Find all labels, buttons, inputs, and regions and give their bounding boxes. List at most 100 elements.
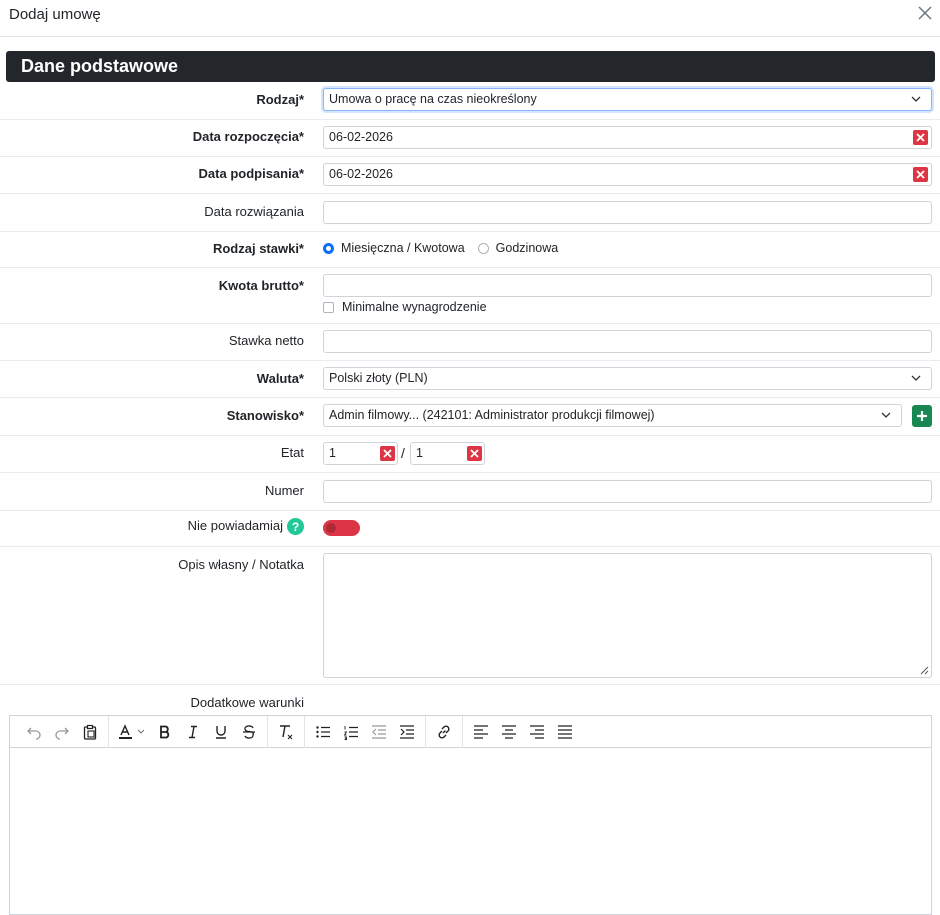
- row-data-podpisania: Data podpisania* 06-02-2026: [0, 157, 940, 194]
- close-icon: [916, 170, 925, 179]
- section-header: Dane podstawowe: [6, 51, 935, 82]
- chevron-down-icon: [881, 412, 891, 418]
- row-rodzaj: Rodzaj* Umowa o pracę na czas nieokreślo…: [0, 82, 940, 120]
- stanowisko-value: Admin filmowy... (242101: Administrator …: [329, 408, 655, 422]
- clear-data-podpisania-button[interactable]: [913, 167, 928, 182]
- data-podpisania-input[interactable]: 06-02-2026: [323, 163, 932, 186]
- numer-label: Numer: [264, 483, 304, 498]
- row-data-rozpoczecia: Data rozpoczęcia* 06-02-2026: [0, 120, 940, 157]
- underline-icon: [216, 725, 226, 739]
- align-justify-button[interactable]: [551, 720, 579, 744]
- align-center-icon: [502, 724, 516, 739]
- italic-button[interactable]: [179, 720, 207, 744]
- close-button[interactable]: [916, 4, 934, 22]
- underline-button[interactable]: [207, 720, 235, 744]
- text-color-button[interactable]: [113, 720, 151, 744]
- clear-etat-numerator-button[interactable]: [380, 446, 395, 461]
- row-nie-powiadamiaj: Nie powiadamiaj?: [0, 511, 940, 547]
- toolbar-group-link: [426, 715, 463, 748]
- dodatkowe-warunki-label: Dodatkowe warunki: [190, 695, 304, 710]
- link-button[interactable]: [430, 720, 458, 744]
- rodzaj-label: Rodzaj*: [256, 92, 304, 107]
- indent-button[interactable]: [393, 720, 421, 744]
- strikethrough-icon: [243, 724, 255, 739]
- numer-input[interactable]: [323, 480, 932, 503]
- row-stawka-netto: Stawka netto: [0, 324, 940, 361]
- row-kwota-brutto: Kwota brutto* Minimalne wynagrodzenie: [0, 268, 940, 324]
- waluta-label: Waluta*: [256, 371, 304, 386]
- bold-icon: [160, 725, 170, 738]
- clear-etat-denominator-button[interactable]: [467, 446, 482, 461]
- clear-data-rozpoczecia-button[interactable]: [913, 130, 928, 145]
- numbered-list-icon: [343, 725, 358, 740]
- row-etat: Etat 1 / 1: [0, 436, 940, 473]
- data-rozpoczecia-value: 06-02-2026: [329, 130, 393, 144]
- toolbar-group-lists: [305, 715, 426, 748]
- rodzaj-select[interactable]: Umowa o pracę na czas nieokreślony: [323, 88, 932, 111]
- stawka-netto-input[interactable]: [323, 330, 932, 353]
- rodzaj-value: Umowa o pracę na czas nieokreślony: [329, 92, 537, 106]
- etat-numerator-value: 1: [329, 446, 336, 460]
- data-podpisania-value: 06-02-2026: [329, 167, 393, 181]
- etat-label: Etat: [280, 445, 304, 460]
- undo-button[interactable]: [20, 720, 48, 744]
- kwota-brutto-input[interactable]: [323, 274, 932, 297]
- outdent-icon: [372, 724, 386, 739]
- nie-powiadamiaj-text: Nie powiadamiaj: [187, 518, 283, 533]
- resize-handle-icon[interactable]: [920, 666, 929, 675]
- close-icon: [470, 449, 479, 458]
- radio-godzinowa[interactable]: [477, 242, 489, 254]
- redo-button[interactable]: [48, 720, 76, 744]
- editor-content-area[interactable]: [10, 748, 931, 914]
- indent-icon: [400, 724, 414, 739]
- align-right-button[interactable]: [523, 720, 551, 744]
- row-opis: Opis własny / Notatka: [0, 547, 940, 685]
- paste-icon: [83, 724, 97, 740]
- align-justify-icon: [558, 724, 572, 739]
- redo-icon: [55, 727, 69, 740]
- minimalne-wynagrodzenie-checkbox[interactable]: [323, 302, 334, 314]
- plus-icon: [917, 411, 927, 421]
- data-rozpoczecia-input[interactable]: 06-02-2026: [323, 126, 932, 149]
- radio-miesieczna-label[interactable]: Miesięczna / Kwotowa: [341, 241, 465, 255]
- bullet-list-button[interactable]: [309, 720, 337, 744]
- clear-format-button[interactable]: [272, 720, 300, 744]
- row-waluta: Waluta* Polski złoty (PLN): [0, 361, 940, 398]
- add-stanowisko-button[interactable]: [912, 405, 932, 427]
- radio-miesieczna[interactable]: [323, 242, 334, 254]
- close-icon: [918, 6, 932, 20]
- chevron-down-icon: [911, 96, 921, 102]
- stanowisko-label: Stanowisko*: [226, 408, 304, 423]
- minimalne-wynagrodzenie-label[interactable]: Minimalne wynagrodzenie: [342, 300, 487, 314]
- align-left-button[interactable]: [467, 720, 495, 744]
- outdent-button[interactable]: [365, 720, 393, 744]
- row-stanowisko: Stanowisko* Admin filmowy... (242101: Ad…: [0, 398, 940, 436]
- toolbar-group-history: [16, 715, 109, 748]
- rich-text-editor: [9, 715, 932, 915]
- toolbar-group-format: [109, 715, 268, 748]
- nie-powiadamiaj-label: Nie powiadamiaj?: [187, 518, 304, 536]
- paste-button[interactable]: [76, 720, 104, 744]
- radio-godzinowa-label[interactable]: Godzinowa: [496, 241, 559, 255]
- data-rozwiazania-label: Data rozwiązania: [204, 204, 304, 219]
- align-center-button[interactable]: [495, 720, 523, 744]
- waluta-value: Polski złoty (PLN): [329, 371, 428, 385]
- stanowisko-select[interactable]: Admin filmowy... (242101: Administrator …: [323, 404, 902, 427]
- align-left-icon: [474, 724, 488, 739]
- align-right-icon: [530, 724, 544, 739]
- rodzaj-stawki-label: Rodzaj stawki*: [212, 241, 304, 256]
- undo-icon: [27, 727, 41, 740]
- opis-label: Opis własny / Notatka: [178, 557, 304, 572]
- waluta-select[interactable]: Polski złoty (PLN): [323, 367, 932, 390]
- editor-toolbar: [10, 715, 931, 748]
- data-rozwiazania-input[interactable]: [323, 201, 932, 224]
- modal-title: Dodaj umowę: [9, 6, 101, 23]
- row-numer: Numer: [0, 473, 940, 511]
- help-icon[interactable]: ?: [287, 518, 304, 536]
- bullet-list-icon: [316, 725, 330, 738]
- numbered-list-button[interactable]: [337, 720, 365, 744]
- bold-button[interactable]: [151, 720, 179, 744]
- strikethrough-button[interactable]: [235, 720, 263, 744]
- nie-powiadamiaj-toggle[interactable]: [323, 520, 360, 536]
- opis-textarea[interactable]: [323, 553, 932, 678]
